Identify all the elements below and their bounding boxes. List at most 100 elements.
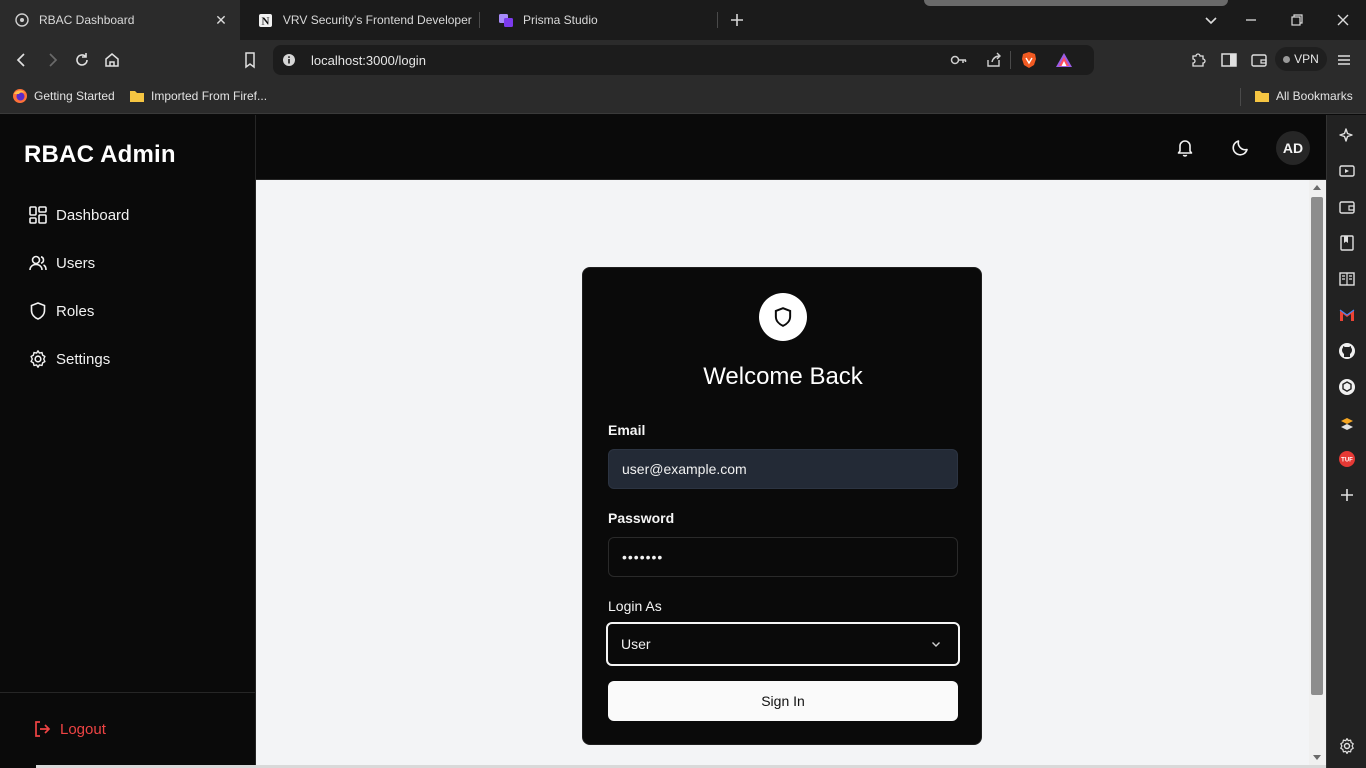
omnibox-divider (1010, 51, 1011, 69)
gear-icon (28, 349, 48, 369)
scrollbar-thumb[interactable] (1311, 197, 1323, 695)
app-sidebar: RBAC Admin Dashboard Users Roles Setting… (0, 115, 256, 768)
role-select[interactable]: User (606, 622, 960, 666)
logout-label: Logout (60, 720, 106, 738)
bookmark-label: Imported From Firef... (151, 89, 268, 103)
new-tab-icon[interactable] (728, 11, 746, 29)
users-icon (28, 253, 48, 273)
forward-icon[interactable] (43, 51, 61, 69)
scroll-down-arrow-icon[interactable] (1313, 755, 1321, 760)
close-window-icon[interactable] (1335, 12, 1351, 28)
password-field[interactable]: ••••••• (608, 537, 958, 577)
password-label: Password (608, 510, 675, 526)
sidebar-item-roles[interactable]: Roles (28, 299, 94, 323)
login-card: Welcome Back Email user@example.com Pass… (582, 267, 982, 745)
chatgpt-icon[interactable] (1338, 378, 1356, 396)
login-logo (759, 293, 807, 341)
add-panel-icon[interactable] (1338, 486, 1356, 504)
folder-icon (129, 88, 145, 104)
extensions-icon[interactable] (1189, 51, 1207, 69)
prisma-icon (498, 12, 514, 28)
bookmark-getting-started[interactable]: Getting Started (12, 88, 115, 104)
address-bar[interactable]: localhost:3000/login (273, 45, 1094, 75)
tuf-icon[interactable]: TUF (1338, 450, 1356, 468)
page-scrollbar[interactable] (1309, 180, 1326, 768)
leo-ai-icon[interactable] (1338, 127, 1356, 145)
brave-shields-icon[interactable] (1020, 51, 1038, 69)
app-header: AD (256, 115, 1326, 180)
media-icon[interactable] (1338, 162, 1356, 180)
browser-side-panel: TUF (1326, 115, 1366, 768)
bookmarks-panel-icon[interactable] (1338, 234, 1356, 252)
logout-icon (32, 719, 52, 739)
gmail-icon[interactable] (1338, 306, 1356, 324)
bookmarks-divider (1240, 88, 1241, 106)
email-label: Email (608, 422, 646, 438)
github-icon[interactable] (1338, 342, 1356, 360)
reading-list-icon[interactable] (1338, 270, 1356, 288)
wallet-icon[interactable] (1250, 51, 1268, 69)
key-icon[interactable] (950, 52, 968, 68)
firefox-icon (12, 88, 28, 104)
all-bookmarks-folder[interactable]: All Bookmarks (1254, 88, 1353, 104)
bookmark-label: Getting Started (34, 89, 115, 103)
sidebar-item-label: Roles (56, 302, 95, 320)
url-text: localhost:3000/login (311, 53, 426, 68)
drag-handle[interactable] (924, 0, 1228, 6)
sidebar-toggle-icon[interactable] (1220, 51, 1238, 69)
moon-icon[interactable] (1231, 137, 1251, 157)
site-info-icon[interactable] (282, 53, 296, 67)
menu-icon[interactable] (1335, 51, 1353, 69)
svg-text:TUF: TUF (1341, 458, 1353, 464)
vpn-status-dot (1283, 55, 1291, 63)
tab-separator (717, 12, 718, 28)
gear-icon[interactable] (1338, 737, 1356, 755)
sidebar-item-label: Dashboard (56, 206, 130, 224)
role-select-value: User (621, 636, 651, 652)
sidebar-item-users[interactable]: Users (28, 251, 95, 275)
tab-vrv-security[interactable]: N VRV Security's Frontend Developer I (244, 0, 472, 40)
email-value: user@example.com (622, 461, 747, 477)
sidebar-item-dashboard[interactable]: Dashboard (28, 203, 129, 227)
extension-icon[interactable] (1338, 415, 1356, 433)
close-tab-icon[interactable]: ✕ (214, 13, 228, 27)
bookmark-imported-folder[interactable]: Imported From Firef... (129, 88, 267, 104)
bookmark-icon[interactable] (241, 51, 259, 69)
svg-text:N: N (262, 15, 270, 27)
logout-button[interactable]: Logout (32, 719, 106, 739)
sidebar-divider (0, 692, 255, 693)
reload-icon[interactable] (73, 51, 91, 69)
restore-icon[interactable] (1289, 12, 1305, 28)
brave-rewards-icon[interactable] (1055, 52, 1073, 68)
folder-icon (1254, 88, 1270, 104)
bell-icon[interactable] (1175, 137, 1195, 157)
app-brand: RBAC Admin (24, 141, 176, 168)
tab-title: Prisma Studio (523, 13, 598, 27)
vpn-label: VPN (1294, 52, 1319, 66)
scroll-up-arrow-icon[interactable] (1313, 185, 1321, 190)
tab-search-chevron-icon[interactable] (1203, 12, 1219, 28)
sidebar-item-settings[interactable]: Settings (28, 347, 110, 371)
wallet-icon[interactable] (1338, 198, 1356, 216)
avatar[interactable]: AD (1276, 131, 1310, 165)
home-icon[interactable] (103, 51, 121, 69)
back-icon[interactable] (13, 51, 31, 69)
minimize-icon[interactable] (1243, 12, 1259, 28)
role-label: Login As (608, 598, 662, 614)
dashboard-icon (28, 205, 48, 225)
bookmark-label: All Bookmarks (1276, 89, 1353, 103)
password-value: ••••••• (622, 549, 664, 565)
tab-prisma-studio[interactable]: Prisma Studio (484, 0, 716, 40)
tab-rbac-dashboard[interactable]: RBAC Dashboard ✕ (0, 0, 240, 40)
vpn-button[interactable]: VPN (1275, 47, 1327, 71)
email-field[interactable]: user@example.com (608, 449, 958, 489)
bookmarks-bar: Getting Started Imported From Firef... A… (0, 80, 1366, 114)
sidebar-item-label: Users (56, 254, 96, 272)
tab-title: RBAC Dashboard (39, 13, 135, 27)
login-title: Welcome Back (703, 363, 863, 390)
shield-icon (774, 307, 792, 327)
share-icon[interactable] (985, 52, 1002, 69)
sidebar-item-label: Settings (56, 350, 111, 368)
sign-in-button[interactable]: Sign In (608, 681, 958, 721)
chevron-down-icon (930, 638, 942, 650)
